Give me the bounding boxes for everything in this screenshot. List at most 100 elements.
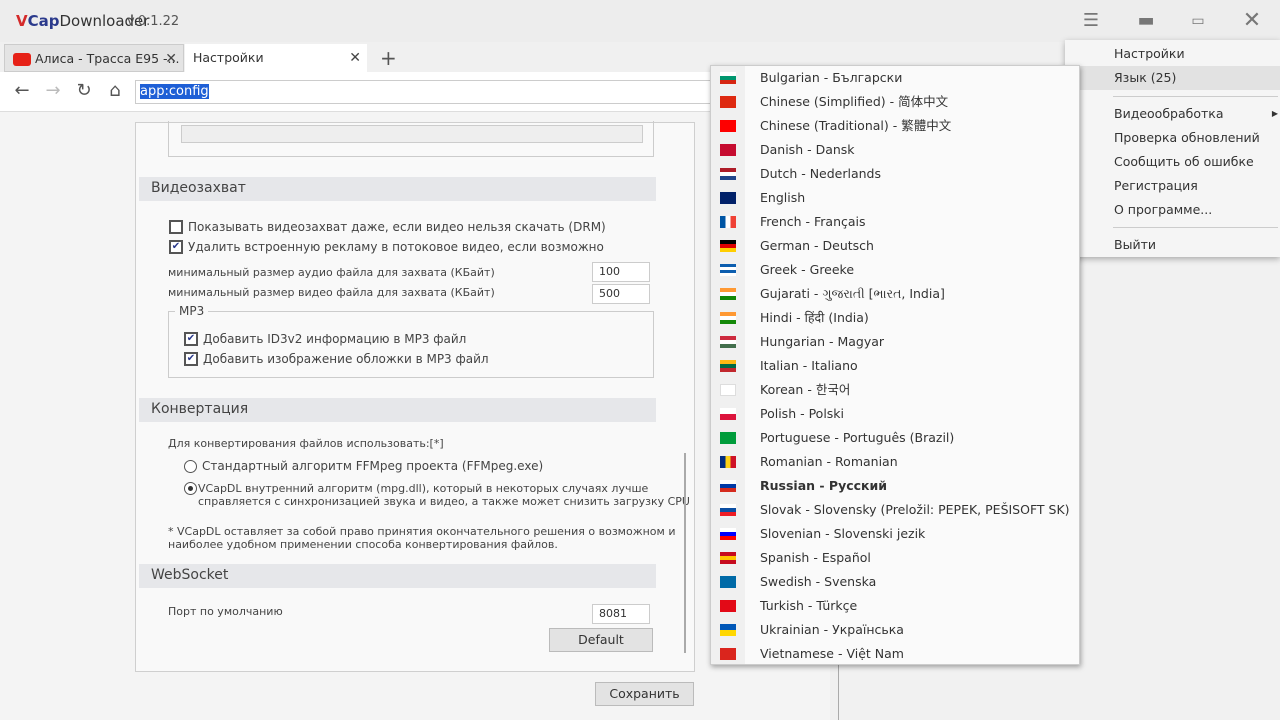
flag-icon: [720, 144, 736, 156]
language-label: Hindi - हिंदी (India): [760, 310, 869, 325]
flag-icon: [720, 264, 736, 276]
language-item[interactable]: Turkish - Türkçe: [711, 594, 1079, 618]
flag-icon: [720, 384, 736, 396]
language-item[interactable]: French - Français: [711, 210, 1079, 234]
language-item[interactable]: Polish - Polski: [711, 402, 1079, 426]
flag-icon: [720, 312, 736, 324]
language-item[interactable]: Swedish - Svenska: [711, 570, 1079, 594]
internal-radio[interactable]: [184, 482, 197, 495]
flag-icon: [720, 480, 736, 492]
menu-item-check-updates[interactable]: Проверка обновлений: [1065, 126, 1280, 150]
language-item[interactable]: Bulgarian - Български: [711, 66, 1079, 90]
show-drm-checkbox[interactable]: [169, 220, 183, 234]
flag-icon: [720, 552, 736, 564]
menu-item-language[interactable]: Язык (25): [1065, 66, 1280, 90]
language-item[interactable]: Portuguese - Português (Brazil): [711, 426, 1079, 450]
ffmpeg-radio[interactable]: [184, 460, 197, 473]
flag-icon: [720, 360, 736, 372]
flag-icon: [720, 408, 736, 420]
menu-label: Язык (25): [1114, 70, 1177, 85]
flag-icon: [720, 456, 736, 468]
tab-video[interactable]: Алиса - Трасса Е95 -... ✕: [4, 44, 184, 72]
section-title-websocket: WebSocket: [139, 564, 656, 588]
flag-icon: [720, 648, 736, 660]
language-item[interactable]: German - Deutsch: [711, 234, 1079, 258]
flag-icon: [720, 96, 736, 108]
language-item[interactable]: Korean - 한국어: [711, 378, 1079, 402]
language-item[interactable]: Spanish - Español: [711, 546, 1079, 570]
language-label: Polish - Polski: [760, 406, 845, 421]
language-label: Danish - Dansk: [760, 142, 855, 157]
minimize-button[interactable]: ▬: [1128, 8, 1164, 34]
remove-ads-checkbox[interactable]: ✔: [169, 240, 183, 254]
language-item[interactable]: Ukrainian - Українська: [711, 618, 1079, 642]
id3-checkbox[interactable]: ✔: [184, 332, 198, 346]
hamburger-menu-icon[interactable]: ☰: [1073, 8, 1109, 34]
tab-label: Алиса - Трасса Е95 -...: [35, 51, 180, 66]
language-item[interactable]: Hindi - हिंदी (India): [711, 306, 1079, 330]
ffmpeg-label: Стандартный алгоритм FFMpeg проекта (FFM…: [202, 459, 544, 473]
save-button[interactable]: Сохранить: [595, 682, 694, 706]
tab-label: Настройки: [193, 50, 264, 65]
port-input[interactable]: 8081: [592, 604, 650, 624]
language-label: Portuguese - Português (Brazil): [760, 430, 955, 445]
language-item[interactable]: Dutch - Nederlands: [711, 162, 1079, 186]
language-item[interactable]: English: [711, 186, 1079, 210]
maximize-button[interactable]: ▭: [1180, 8, 1216, 34]
language-item[interactable]: Slovak - Slovensky (Preložil: PEPEK, PEŠ…: [711, 498, 1079, 522]
language-label: French - Français: [760, 214, 866, 229]
language-label: Slovak - Slovensky (Preložil: PEPEK, PEŠ…: [760, 502, 1070, 517]
language-item[interactable]: Slovenian - Slovenski jezik: [711, 522, 1079, 546]
close-window-button[interactable]: ✕: [1234, 8, 1270, 34]
language-label: Swedish - Svenska: [760, 574, 877, 589]
language-item[interactable]: Chinese (Simplified) - 简体中文: [711, 90, 1079, 114]
language-label: Dutch - Nederlands: [760, 166, 882, 181]
default-button[interactable]: Default: [549, 628, 653, 652]
internal-label: VCapDL внутренний алгоритм (mpg.dll), ко…: [198, 482, 649, 495]
flag-icon: [720, 528, 736, 540]
menu-separator: [1113, 227, 1278, 228]
flag-icon: [720, 168, 736, 180]
min-audio-input[interactable]: 100: [592, 262, 650, 282]
menu-item-exit[interactable]: Выйти: [1065, 233, 1280, 257]
home-icon[interactable]: ⌂: [103, 80, 127, 101]
language-item[interactable]: Hungarian - Magyar: [711, 330, 1079, 354]
remove-ads-label: Удалить встроенную рекламу в потоковое в…: [188, 240, 604, 254]
reload-icon[interactable]: ↻: [72, 80, 96, 101]
language-item[interactable]: Greek - Greeke: [711, 258, 1079, 282]
address-input[interactable]: app:config: [135, 80, 725, 104]
menu-label: Видеообработка: [1114, 106, 1224, 121]
menu-item-about[interactable]: О программе...: [1065, 198, 1280, 222]
text-field[interactable]: [181, 125, 643, 143]
close-tab-icon[interactable]: ✕: [165, 45, 177, 73]
scrollbar[interactable]: [684, 453, 686, 653]
show-drm-label: Показывать видеозахват даже, если видео …: [188, 220, 606, 234]
flag-icon: [720, 72, 736, 84]
back-icon[interactable]: ←: [10, 80, 34, 101]
forward-icon[interactable]: →: [41, 80, 65, 101]
mp3-group-label: MP3: [175, 304, 209, 318]
close-tab-icon[interactable]: ✕: [349, 44, 361, 72]
menu-item-registration[interactable]: Регистрация: [1065, 174, 1280, 198]
tab-settings[interactable]: Настройки ✕: [185, 44, 367, 72]
language-submenu: Bulgarian - Български Chinese (Simplified…: [710, 65, 1080, 665]
min-video-input[interactable]: 500: [592, 284, 650, 304]
menu-item-settings[interactable]: Настройки: [1065, 42, 1280, 66]
language-item[interactable]: Chinese (Traditional) - 繁體中文: [711, 114, 1079, 138]
flag-icon: [720, 600, 736, 612]
language-item[interactable]: Danish - Dansk: [711, 138, 1079, 162]
menu-item-report-bug[interactable]: Сообщить об ошибке: [1065, 150, 1280, 174]
new-tab-button[interactable]: +: [372, 44, 397, 72]
menu-item-video-processing[interactable]: Видеообработка ▶: [1065, 102, 1280, 126]
language-item[interactable]: Russian - Русский: [711, 474, 1079, 498]
settings-panel: Видеозахват Показывать видеозахват даже,…: [135, 121, 695, 672]
flag-icon: [720, 120, 736, 132]
language-item[interactable]: Italian - Italiano: [711, 354, 1079, 378]
language-item[interactable]: Vietnamese - Việt Nam: [711, 642, 1079, 666]
cover-checkbox[interactable]: ✔: [184, 352, 198, 366]
language-item[interactable]: Gujarati - ગુજરાતી [ભારત, India]: [711, 282, 1079, 306]
flag-icon: [720, 288, 736, 300]
language-label: Romanian - Romanian: [760, 454, 898, 469]
language-label: Ukrainian - Українська: [760, 622, 904, 637]
language-item[interactable]: Romanian - Romanian: [711, 450, 1079, 474]
